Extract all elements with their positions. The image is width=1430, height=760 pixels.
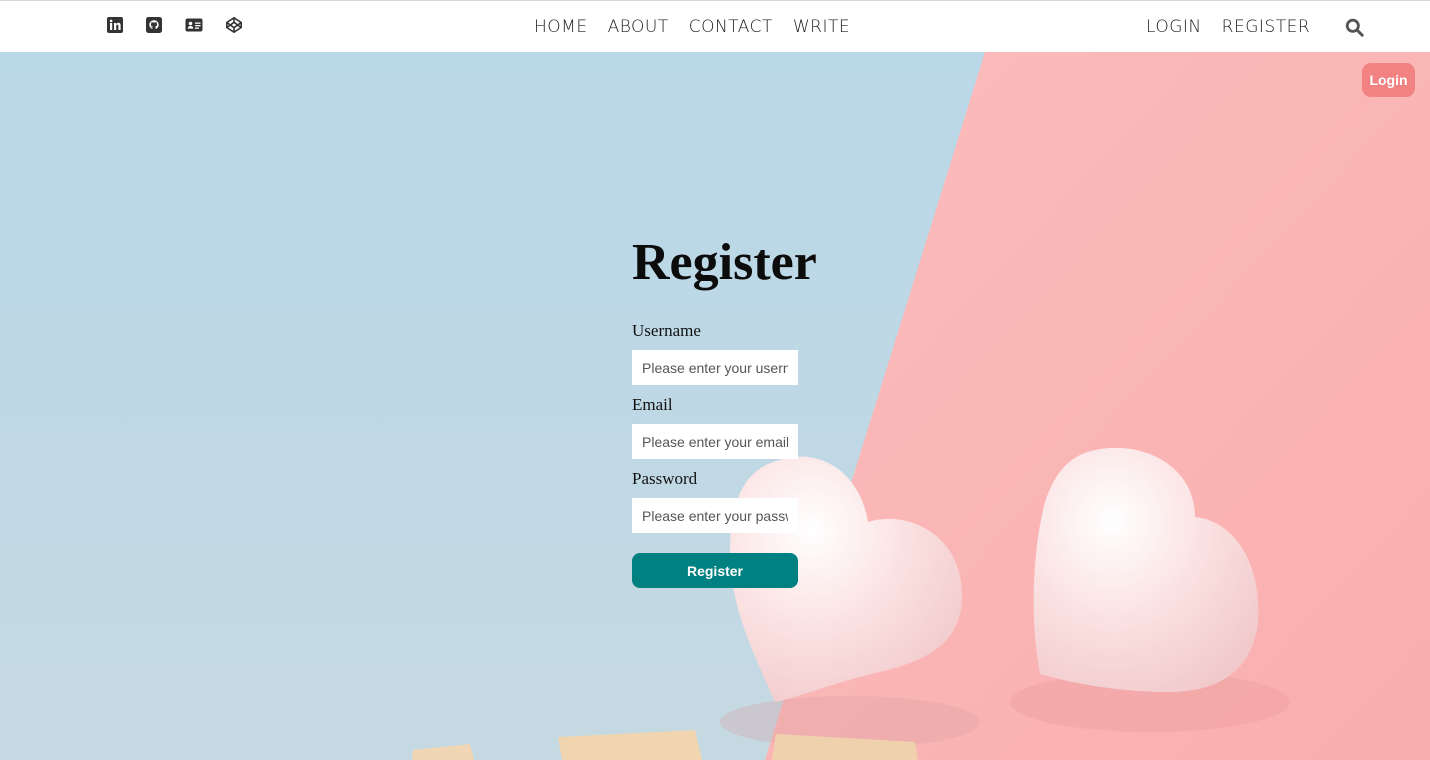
- nav-register[interactable]: REGISTER: [1222, 15, 1310, 39]
- page-title: Register: [632, 234, 817, 291]
- top-navigation-bar: HOME ABOUT CONTACT WRITE LOGIN REGISTER: [0, 0, 1430, 52]
- linkedin-icon[interactable]: [106, 16, 124, 34]
- password-label: Password: [632, 469, 698, 488]
- nav-write[interactable]: WRITE: [793, 15, 850, 39]
- register-button[interactable]: Register: [632, 553, 798, 588]
- register-form: Register Username Email Password Registe…: [632, 232, 817, 588]
- id-card-icon[interactable]: [184, 16, 204, 34]
- auth-nav: LOGIN REGISTER: [1146, 15, 1310, 39]
- password-input[interactable]: [632, 498, 798, 533]
- social-icons: [106, 16, 243, 34]
- nav-about[interactable]: ABOUT: [608, 15, 669, 39]
- main-nav: HOME ABOUT CONTACT WRITE: [534, 15, 850, 39]
- search-icon[interactable]: [1345, 18, 1364, 37]
- nav-login[interactable]: LOGIN: [1146, 15, 1202, 39]
- username-input[interactable]: [632, 350, 798, 385]
- github-icon[interactable]: [145, 16, 163, 34]
- nav-home[interactable]: HOME: [534, 15, 588, 39]
- email-label: Email: [632, 395, 673, 414]
- codepen-icon[interactable]: [225, 16, 243, 34]
- email-input[interactable]: [632, 424, 798, 459]
- nav-contact[interactable]: CONTACT: [689, 15, 773, 39]
- corner-login-button[interactable]: Login: [1362, 63, 1415, 97]
- username-label: Username: [632, 321, 701, 340]
